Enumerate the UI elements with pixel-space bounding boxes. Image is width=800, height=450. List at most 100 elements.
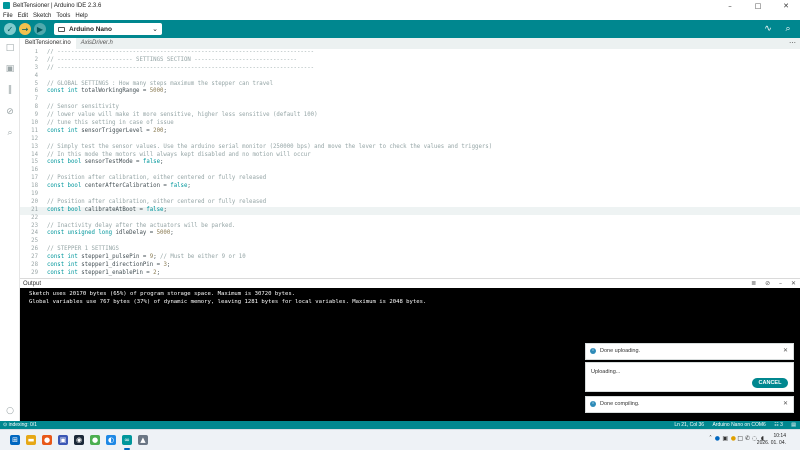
line-number: 6 — [34, 88, 38, 95]
code-line[interactable]: 24 const unsigned long idleDelay = 5000; — [20, 230, 800, 238]
minimize-button[interactable]: – — [716, 2, 744, 10]
clear-output-icon[interactable]: ⊘ — [765, 280, 770, 287]
steam-icon[interactable]: ◉ — [74, 435, 84, 445]
code-line[interactable]: 13 // Simply test the sensor values. Use … — [20, 144, 800, 152]
board-port-status[interactable]: Arduino Nano on COM6 — [712, 422, 765, 428]
menu-bar: File Edit Sketch Tools Help — [0, 11, 800, 20]
code-token: const bool — [47, 159, 82, 166]
code-line[interactable]: 3 // ------------------------------------… — [20, 65, 800, 73]
code-line[interactable]: 25 — [20, 238, 800, 246]
debug-icon[interactable]: ⊘ — [5, 107, 15, 117]
boards-manager-icon[interactable]: ▣ — [5, 64, 15, 74]
menu-edit[interactable]: Edit — [18, 13, 28, 19]
tray-app-icon[interactable]: ▣ — [722, 435, 728, 442]
cancel-button[interactable]: CANCEL — [752, 378, 788, 388]
notifications-count[interactable]: ☷ 3 — [774, 422, 783, 428]
code-token: // lower value will make it more sensiti… — [47, 112, 318, 119]
panel-toggle-icon[interactable]: ▤ — [791, 422, 796, 428]
menu-help[interactable]: Help — [75, 13, 87, 19]
close-window-button[interactable]: ✕ — [772, 2, 800, 10]
code-line[interactable]: 1 // ------------------------------------… — [20, 49, 800, 57]
menu-sketch[interactable]: Sketch — [33, 13, 51, 19]
code-line[interactable]: 26 // STEPPER 1 SETTINGS — [20, 246, 800, 254]
code-line[interactable]: 15 const bool sensorTestMode = false; — [20, 159, 800, 167]
code-line[interactable]: 16 — [20, 167, 800, 175]
output-panel-header: Output ≣ ⊘ – ✕ — [20, 278, 800, 288]
code-line[interactable]: 22 — [20, 215, 800, 223]
code-token: sensorTestMode = — [81, 159, 143, 166]
sketchbook-icon[interactable]: □ — [5, 43, 15, 53]
code-editor[interactable]: 1 // ------------------------------------… — [20, 49, 800, 276]
file-explorer-icon[interactable]: ▬ — [26, 435, 36, 445]
bluetooth-icon[interactable]: ● — [715, 435, 720, 442]
menu-file[interactable]: File — [3, 13, 13, 19]
display-icon[interactable]: □ — [737, 435, 743, 442]
code-line[interactable]: 8 // Sensor sensitivity — [20, 104, 800, 112]
code-line[interactable]: 14 // In this mode the motors will always… — [20, 152, 800, 160]
firefox-icon[interactable]: ● — [42, 435, 52, 445]
line-number: 1 — [34, 49, 38, 55]
code-line[interactable]: 11 const int sensorTriggerLevel = 200; — [20, 128, 800, 136]
code-line[interactable]: 7 — [20, 96, 800, 104]
code-line[interactable]: 4 — [20, 73, 800, 81]
code-token: stepper1_enablePin = — [77, 269, 154, 276]
close-panel-icon[interactable]: ✕ — [791, 280, 796, 287]
arduino-ide-icon[interactable]: ∞ — [122, 435, 132, 445]
minimize-panel-icon[interactable]: – — [779, 280, 782, 287]
code-token: const bool — [47, 206, 82, 213]
profile-icon[interactable]: ○ — [5, 406, 15, 416]
cursor-position[interactable]: Ln 21, Col 36 — [674, 422, 704, 428]
save-app-icon[interactable]: ▣ — [58, 435, 68, 445]
code-token: calibrateAtBoot = — [81, 206, 147, 213]
code-line[interactable]: 10 // tune this setting in case of issue — [20, 120, 800, 128]
notification-done-compiling: i Done compiling. ✕ — [585, 396, 794, 413]
board-selector[interactable]: Arduino Nano ⌄ — [54, 23, 162, 35]
code-token: ; — [163, 206, 167, 213]
code-token: // STEPPER 1 SETTINGS — [47, 246, 119, 253]
code-line[interactable]: 20 // Position after calibration, either … — [20, 199, 800, 207]
close-icon[interactable]: ✕ — [783, 347, 788, 354]
menu-tools[interactable]: Tools — [56, 13, 70, 19]
code-line[interactable]: 5 // GLOBAL SETTINGS : How many steps max… — [20, 81, 800, 89]
notification-done-uploading: i Done uploading. ✕ — [585, 343, 794, 360]
code-line[interactable]: 2 // ---------------------- SETTINGS SECT… — [20, 57, 800, 65]
browser-icon[interactable]: ◐ — [106, 435, 116, 445]
windows-start-icon[interactable]: ⊞ — [10, 435, 20, 445]
code-line[interactable]: 29 const int stepper1_enablePin = 2; — [20, 270, 800, 276]
code-token: sensorTriggerLevel = — [77, 127, 154, 134]
line-number: 11 — [31, 127, 38, 134]
more-icon[interactable]: ⋯ — [789, 38, 796, 49]
code-line[interactable]: 21 const bool calibrateAtBoot = false; — [20, 206, 800, 215]
debug-button[interactable]: ▶ — [34, 23, 46, 35]
code-line[interactable]: 27 const int stepper1_pulsePin = 9; // Mu… — [20, 254, 800, 262]
code-line[interactable]: 19 — [20, 191, 800, 199]
filter-icon[interactable]: ≣ — [751, 280, 756, 287]
library-manager-icon[interactable]: ‖ — [5, 85, 15, 95]
line-number: 17 — [31, 175, 38, 182]
chevron-up-icon[interactable]: ˄ — [709, 435, 712, 442]
close-icon[interactable]: ✕ — [783, 400, 788, 407]
code-line[interactable]: 9 // lower value will make it more sensit… — [20, 112, 800, 120]
app-icon[interactable]: ▲ — [138, 435, 148, 445]
code-line[interactable]: 6 const int totalWorkingRange = 5000; — [20, 88, 800, 96]
code-line[interactable]: 18 const bool centerAfterCalibration = fa… — [20, 183, 800, 191]
code-line[interactable]: 28 const int stepper1_directionPin = 3; — [20, 262, 800, 270]
chrome-icon[interactable]: ● — [90, 435, 100, 445]
clock[interactable]: 10:14 2026. 01. 04. — [746, 433, 786, 446]
serial-plotter-icon[interactable]: ∿ — [762, 23, 774, 35]
arrow-right-icon: → — [21, 24, 29, 34]
tab-belttensioner[interactable]: BeltTensioner.ino — [20, 38, 76, 49]
serial-monitor-icon[interactable]: ⌕ — [782, 23, 794, 35]
code-line[interactable]: 17 // Position after calibration, either … — [20, 175, 800, 183]
code-line[interactable]: 23 // Inactivity delay after the actuator… — [20, 223, 800, 231]
maximize-button[interactable]: □ — [744, 2, 772, 10]
verify-button[interactable]: ✓ — [4, 23, 16, 35]
tab-axisdriver[interactable]: AxisDriver.h — [76, 38, 118, 49]
tray-app-icon[interactable]: ● — [731, 435, 736, 442]
search-icon[interactable]: ⌕ — [5, 128, 15, 138]
code-line[interactable]: 12 — [20, 136, 800, 144]
code-token: stepper1_pulsePin = — [77, 254, 150, 261]
line-number: 18 — [31, 183, 38, 190]
upload-button[interactable]: → — [19, 23, 31, 35]
line-number: 3 — [34, 64, 38, 71]
